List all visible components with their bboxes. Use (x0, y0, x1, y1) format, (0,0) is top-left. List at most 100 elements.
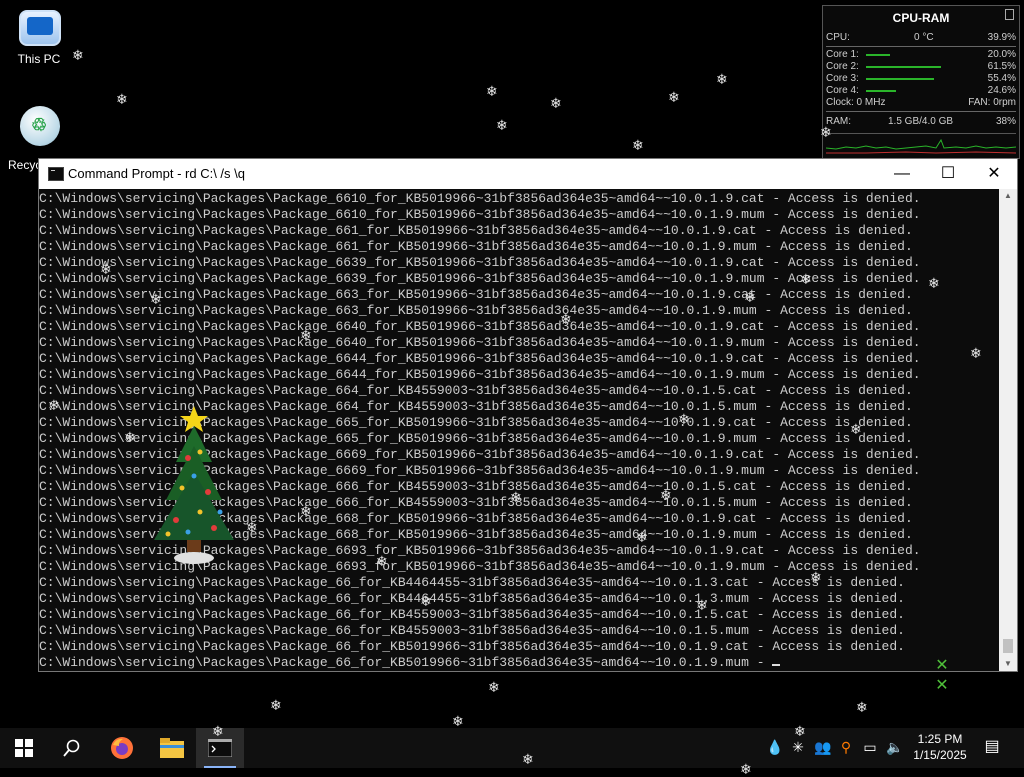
snowflake-icon: ❄ (678, 411, 690, 427)
console-line: C:\Windows\servicing\Packages\Package_66… (39, 655, 999, 671)
snowflake-icon: ❄ (100, 261, 112, 277)
core-value: 55.4% (987, 73, 1016, 84)
text-cursor (772, 664, 781, 666)
snowflake-icon: ❄ (550, 95, 562, 111)
ram-percent: 38% (995, 116, 1016, 127)
cpu-label: CPU: (826, 32, 850, 43)
snowflake-icon: ❄ (636, 529, 648, 545)
widget-divider (826, 46, 1016, 47)
snowflake-icon: ❄ (696, 597, 708, 613)
snowflake-icon: ❄ (452, 713, 464, 729)
console-line: C:\Windows\servicing\Packages\Package_66… (39, 271, 921, 286)
snowflake-icon: ❄ (116, 91, 128, 107)
snowflake-icon: ❄ (560, 311, 572, 327)
snowflake-icon: ❄ (270, 697, 282, 713)
volume-icon[interactable]: 🔈 (886, 739, 903, 755)
close-button[interactable]: ✕ (971, 159, 1017, 189)
desktop-icon-recycle-bin[interactable]: ♲ Recyc (0, 106, 70, 172)
console-line: C:\Windows\servicing\Packages\Package_66… (39, 575, 905, 590)
snowflake-icon: ❄ (124, 429, 136, 445)
snowflake-icon: ❄ (794, 723, 806, 739)
recycle-bin-icon: ♲ (18, 106, 62, 146)
snowflake-icon: ❄ (48, 397, 60, 413)
vertical-scrollbar[interactable]: ▲ ▼ (999, 189, 1017, 671)
snowflake-icon: ❄ (420, 593, 432, 609)
snowflake-icon: ❄ (300, 503, 312, 519)
start-button[interactable] (0, 728, 48, 768)
taskbar-firefox[interactable] (98, 728, 146, 768)
snowflake-icon: ❄ (850, 421, 862, 437)
taskbar: 💧 ✳ 👥 ⚲ ▭ 🔈 1:25 PM 1/15/2025 ▤ (0, 728, 1024, 768)
scroll-up-icon[interactable]: ▲ (999, 189, 1017, 203)
people-icon[interactable]: 👥 (814, 739, 831, 755)
console-line: C:\Windows\servicing\Packages\Package_66… (39, 207, 921, 222)
widget-close-icon[interactable] (1005, 9, 1014, 20)
command-prompt-icon (48, 167, 64, 181)
taskbar-file-explorer[interactable] (148, 728, 196, 768)
this-pc-icon (17, 8, 61, 48)
snowflake-icon: ❄ (300, 327, 312, 343)
minimize-button[interactable]: — (879, 159, 925, 189)
snowflake-icon: ❄ (928, 275, 940, 291)
snowflake-icon[interactable]: ✳ (790, 739, 806, 755)
snowflake-icon: ❄ (820, 124, 832, 140)
fan-readout: FAN: 0rpm (968, 97, 1016, 108)
water-drop-icon[interactable]: 💧 (766, 739, 783, 755)
notifications-icon[interactable]: ▤ (984, 739, 1000, 755)
console-line: C:\Windows\servicing\Packages\Package_66… (39, 239, 913, 254)
console-line: C:\Windows\servicing\Packages\Package_66… (39, 191, 921, 206)
console-line: C:\Windows\servicing\Packages\Package_66… (39, 223, 913, 238)
search-button[interactable] (48, 728, 96, 768)
clock-date: 1/15/2025 (913, 748, 967, 762)
start-icon (15, 739, 33, 757)
clock-time: 1:25 PM (917, 732, 963, 746)
console-line: C:\Windows\servicing\Packages\Package_66… (39, 639, 905, 654)
window-titlebar[interactable]: Command Prompt - rd C:\ /s \q — ☐ ✕ (39, 159, 1017, 189)
desktop-icon-label: Recyc (8, 158, 42, 172)
snowflake-icon: ❄ (246, 519, 258, 535)
console-line: C:\Windows\servicing\Packages\Package_66… (39, 367, 921, 382)
ram-usage: 1.5 GB/4.0 GB (888, 116, 954, 127)
scrollbar-thumb[interactable] (1003, 639, 1013, 653)
cpu-temp: 0 °C (914, 32, 934, 43)
scroll-down-icon[interactable]: ▼ (999, 657, 1017, 671)
maximize-button[interactable]: ☐ (925, 159, 971, 189)
widget-title: CPU-RAM (892, 11, 950, 25)
cpu-history-graph (825, 133, 1017, 160)
core-usage-bar (866, 66, 941, 68)
desktop-icon-label: This PC (17, 52, 61, 66)
snowflake-icon: ❄ (744, 289, 756, 305)
cpu-ram-widget[interactable]: CPU-RAM CPU: 0 °C 39.9% Core 1: 20.0% Co… (822, 5, 1020, 159)
firefox-icon (111, 737, 133, 759)
snowflake-icon: ❄ (660, 487, 672, 503)
core-row: Core 1: 20.0% (826, 49, 1016, 61)
core-label: Core 4: (826, 85, 859, 96)
console-line: C:\Windows\servicing\Packages\Package_66… (39, 383, 913, 398)
console-line: C:\Windows\servicing\Packages\Package_66… (39, 303, 913, 318)
search-tray-icon[interactable]: ⚲ (838, 739, 854, 755)
command-prompt-icon (208, 739, 232, 757)
taskbar-clock[interactable]: 1:25 PM 1/15/2025 (910, 731, 970, 763)
desktop-icon-this-pc[interactable]: This PC (3, 8, 75, 66)
console-line: C:\Windows\servicing\Packages\Package_66… (39, 335, 921, 350)
snowflake-icon: ❄ (810, 569, 822, 585)
core-row: Core 2: 61.5% (826, 61, 1016, 73)
cpu-percent: 39.9% (987, 32, 1016, 43)
snowflake-icon: ❄ (488, 679, 500, 695)
snowflake-icon: ❄ (632, 137, 644, 153)
snowflake-icon: ❄ (668, 89, 680, 105)
snowflake-icon: ❄ (150, 291, 162, 307)
snowflake-icon: ❄ (800, 271, 812, 287)
console-line: C:\Windows\servicing\Packages\Package_66… (39, 591, 905, 606)
search-icon (63, 739, 80, 757)
core-value: 24.6% (987, 85, 1016, 96)
console-line: C:\Windows\servicing\Packages\Package_66… (39, 287, 913, 302)
snowflake-icon: ❄ (856, 699, 868, 715)
snowflake-icon: ❄ (740, 761, 752, 777)
clock-readout: Clock: 0 MHz (826, 97, 886, 108)
snowflake-icon: ❄ (486, 83, 498, 99)
window-title: Command Prompt - rd C:\ /s \q (68, 166, 245, 181)
core-label: Core 2: (826, 61, 859, 72)
network-icon[interactable]: ▭ (862, 739, 878, 755)
snowflake-icon: ❄ (522, 751, 534, 767)
